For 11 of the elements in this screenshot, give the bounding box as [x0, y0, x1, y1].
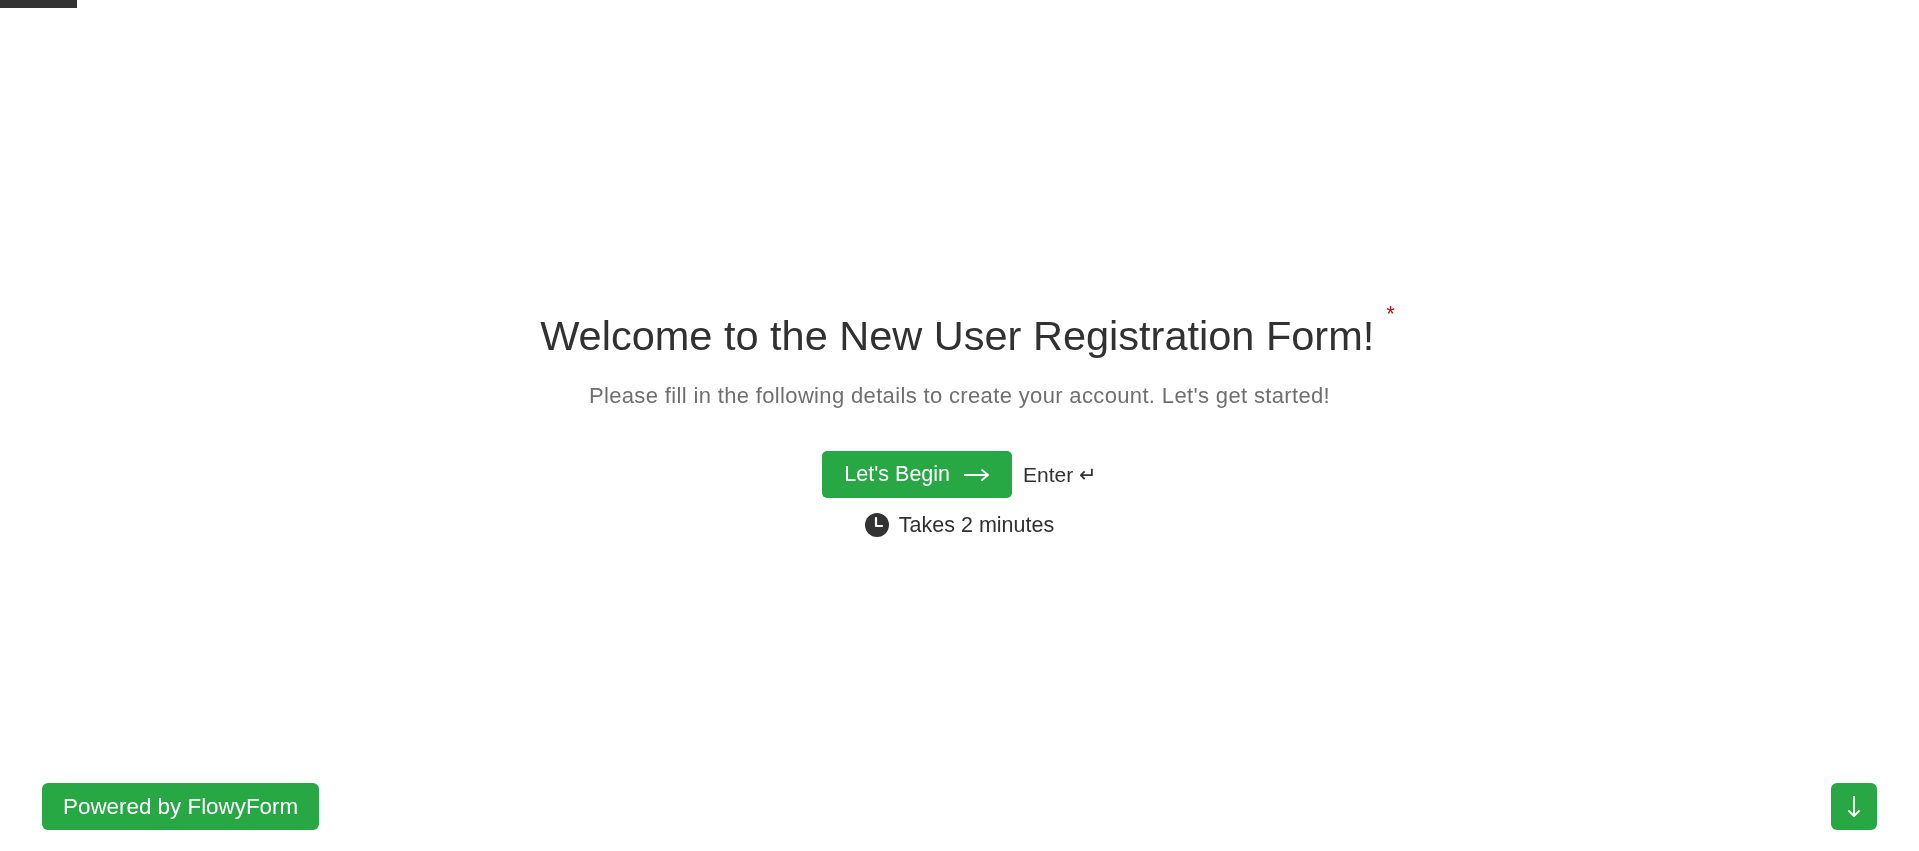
required-mark: *: [1386, 303, 1395, 325]
arrow-right-icon: [964, 468, 991, 481]
clock-icon: [864, 513, 889, 537]
next-button[interactable]: [1831, 783, 1877, 830]
form-description: Please fill in the following details to create your account. Let's get started!: [588, 382, 1331, 410]
enter-key-hint: Enter ↵: [1023, 461, 1097, 488]
form-title: Welcome to the New User Registration Form!: [540, 311, 1375, 360]
powered-by-link[interactable]: Powered by FlowyForm: [42, 783, 320, 830]
duration-text: Takes 2 minutes: [898, 512, 1055, 539]
arrow-down-icon: [1848, 795, 1860, 818]
start-button[interactable]: Let's Begin: [822, 451, 1013, 498]
